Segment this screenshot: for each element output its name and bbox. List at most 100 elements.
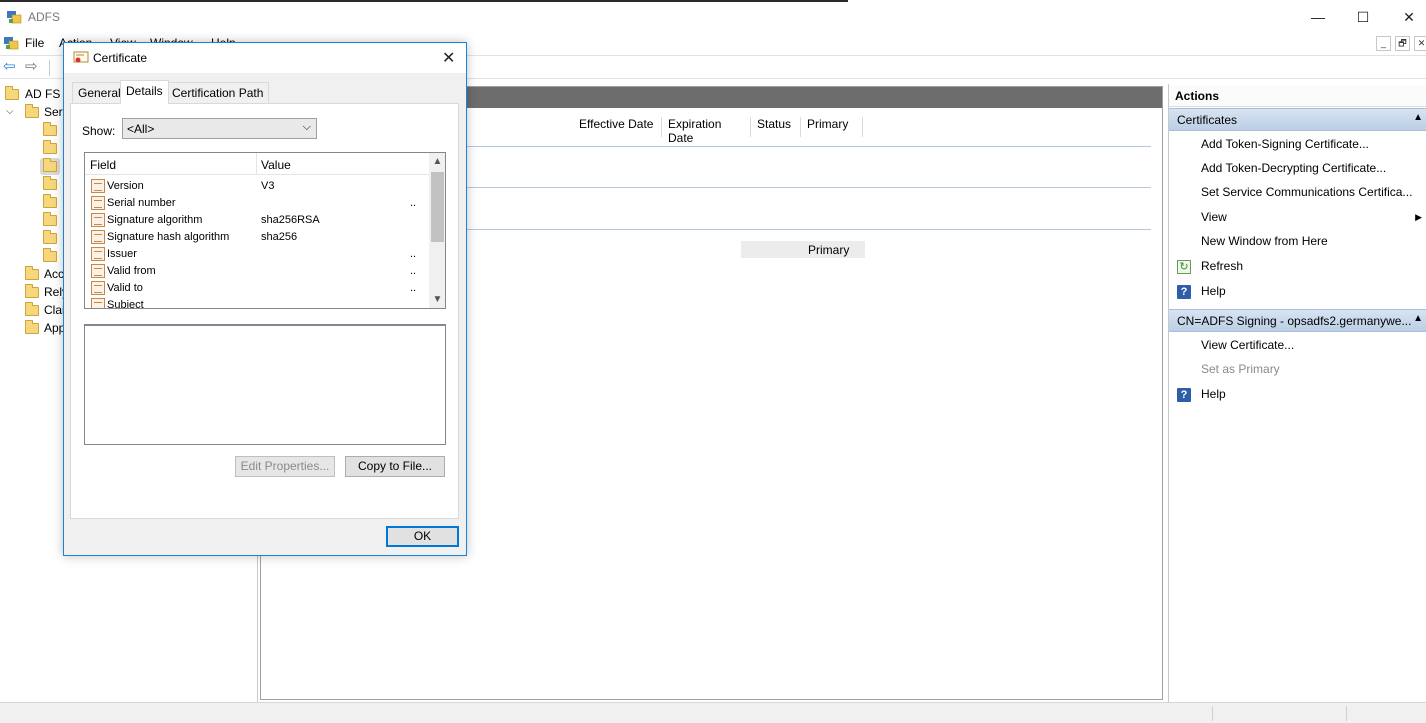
action-help[interactable]: Help — [1201, 284, 1226, 298]
action-help-certificate[interactable]: Help — [1201, 387, 1226, 401]
list-item[interactable]: Valid to .. — [85, 280, 430, 297]
forward-arrow-icon[interactable]: ⇨ — [25, 59, 43, 76]
field-icon — [91, 196, 105, 210]
section-adfs-signing[interactable]: CN=ADFS Signing - opsadfs2.germanywe... … — [1169, 309, 1426, 332]
field-detail-textbox[interactable] — [84, 324, 446, 445]
list-item[interactable]: Subject — [85, 297, 430, 308]
folder-icon — [25, 320, 39, 334]
mdi-close-button[interactable]: ✕ — [1414, 36, 1426, 51]
folder-icon[interactable] — [43, 122, 57, 136]
ok-button[interactable]: OK — [386, 526, 459, 547]
tab-certification-path[interactable]: Certification Path — [166, 82, 270, 103]
certificate-icon — [73, 51, 89, 63]
adfs-menu-icon[interactable] — [3, 35, 19, 51]
field-name: Version — [107, 180, 144, 192]
field-icon — [91, 298, 105, 308]
list-item[interactable]: Serial number .. — [85, 195, 430, 212]
column-field[interactable]: Field — [90, 158, 116, 172]
row-status-primary: Primary — [808, 243, 850, 257]
toolbar-separator — [49, 60, 50, 76]
field-icon — [91, 179, 105, 193]
field-name: Valid from — [107, 265, 156, 277]
chevron-down-icon[interactable]: ⌵ — [6, 106, 14, 117]
status-separator — [1212, 706, 1213, 721]
folder-icon[interactable] — [43, 194, 57, 208]
certificate-dialog: Certificate ✕ General Details Certificat… — [63, 42, 467, 556]
field-value: V3 — [261, 180, 275, 192]
show-dropdown-value: <All> — [127, 122, 155, 136]
tab-general[interactable]: General — [72, 82, 127, 103]
submenu-arrow-icon: ▶ — [1415, 212, 1422, 222]
field-value: sha256 — [261, 231, 298, 243]
list-item[interactable]: Signature hash algorithm sha256 — [85, 229, 430, 246]
column-effective-date[interactable]: Effective Date — [573, 117, 662, 137]
column-primary[interactable]: Primary — [801, 117, 863, 137]
folder-icon[interactable] — [43, 248, 57, 262]
action-set-service-communications[interactable]: Set Service Communications Certifica... — [1201, 185, 1412, 199]
tree-item-adfs[interactable]: AD FS — [25, 87, 60, 101]
scroll-thumb[interactable] — [431, 172, 444, 242]
minimize-button[interactable]: — — [1298, 6, 1338, 30]
collapse-up-icon[interactable]: ▲ — [1413, 112, 1423, 123]
field-icon — [91, 264, 105, 278]
dialog-title-bar[interactable]: Certificate ✕ — [64, 43, 466, 73]
menu-file[interactable]: File — [25, 36, 44, 50]
status-separator — [1346, 706, 1347, 721]
scroll-up-icon[interactable]: ▲ — [429, 153, 445, 170]
chevron-down-icon: ⌵ — [302, 121, 311, 133]
show-dropdown[interactable]: <All> ⌵ — [122, 118, 317, 139]
action-new-window[interactable]: New Window from Here — [1201, 234, 1328, 248]
tab-details[interactable]: Details — [120, 80, 169, 104]
scroll-down-icon[interactable]: ▼ — [429, 291, 445, 308]
dialog-close-icon[interactable]: ✕ — [442, 48, 455, 68]
action-add-token-decrypting[interactable]: Add Token-Decrypting Certificate... — [1201, 161, 1386, 175]
list-scrollbar[interactable]: ▲ ▼ — [429, 153, 445, 308]
column-divider[interactable] — [256, 153, 257, 175]
folder-icon — [5, 86, 19, 100]
group-divider — [466, 146, 1151, 147]
mdi-restore-button[interactable]: 🗗 — [1395, 36, 1410, 51]
mdi-minimize-button[interactable]: _ — [1376, 36, 1391, 51]
tree-item-access[interactable]: Acc — [44, 267, 64, 281]
action-view[interactable]: View — [1201, 210, 1227, 224]
title-bar: ADFS — ☐ ✕ — [0, 2, 1426, 32]
action-refresh[interactable]: Refresh — [1201, 259, 1243, 273]
folder-icon — [25, 302, 39, 316]
close-button[interactable]: ✕ — [1389, 6, 1426, 30]
list-item[interactable]: Signature algorithm sha256RSA — [85, 212, 430, 229]
field-icon — [91, 247, 105, 261]
back-arrow-icon[interactable]: ⇦ — [3, 59, 21, 76]
field-value-truncated: .. — [410, 197, 417, 209]
actions-pane: Actions Certificates ▲ Add Token-Signing… — [1168, 84, 1426, 702]
folder-icon[interactable] — [43, 140, 57, 154]
section-certificates[interactable]: Certificates ▲ — [1169, 108, 1426, 131]
list-item[interactable]: Version V3 — [85, 178, 430, 195]
maximize-button[interactable]: ☐ — [1343, 6, 1383, 30]
adfs-app-icon — [7, 11, 22, 24]
section-adfs-signing-label: CN=ADFS Signing - opsadfs2.germanywe... — [1177, 314, 1412, 328]
folder-icon-selected[interactable] — [43, 158, 57, 172]
action-view-certificate[interactable]: View Certificate... — [1201, 338, 1294, 352]
field-name: Signature algorithm — [107, 214, 203, 226]
status-bar — [0, 702, 1426, 723]
tree-item-claims[interactable]: Clai — [44, 303, 65, 317]
fields-list[interactable]: Field Value Version V3 Serial number .. — [84, 152, 446, 309]
list-item[interactable]: Issuer .. — [85, 246, 430, 263]
collapse-up-icon[interactable]: ▲ — [1413, 313, 1423, 324]
table-row[interactable]: Primary — [741, 241, 865, 258]
folder-icon[interactable] — [43, 176, 57, 190]
refresh-icon: ↻ — [1177, 260, 1191, 274]
column-expiration-date[interactable]: Expiration Date — [662, 117, 751, 145]
column-value[interactable]: Value — [261, 158, 291, 172]
action-add-token-signing[interactable]: Add Token-Signing Certificate... — [1201, 137, 1369, 151]
column-status[interactable]: Status — [751, 117, 801, 137]
field-name: Serial number — [107, 197, 176, 209]
folder-icon[interactable] — [43, 230, 57, 244]
details-panel: Show: <All> ⌵ Field Value Version V3 Ser… — [70, 103, 459, 519]
folder-icon[interactable] — [43, 212, 57, 226]
list-item[interactable]: Valid from .. — [85, 263, 430, 280]
field-name: Issuer — [107, 248, 137, 260]
show-label: Show: — [82, 124, 116, 138]
copy-to-file-button[interactable]: Copy to File... — [345, 456, 445, 477]
field-name: Valid to — [107, 282, 143, 294]
